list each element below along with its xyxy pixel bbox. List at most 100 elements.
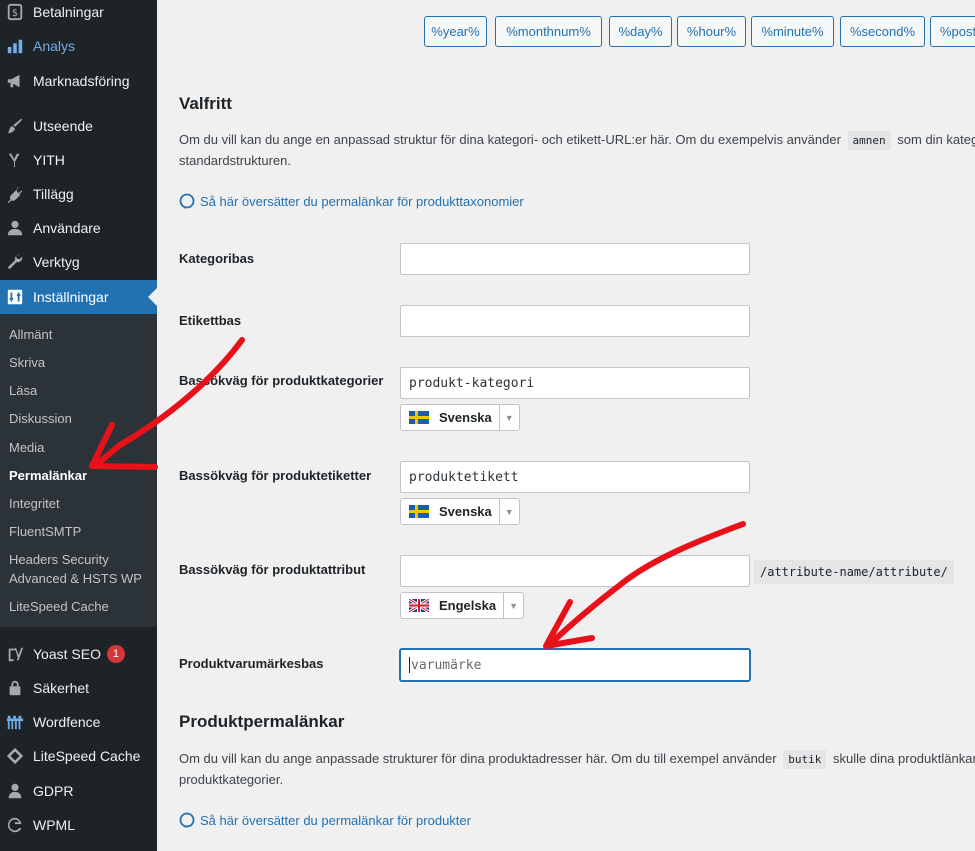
help-icon (179, 812, 195, 828)
menu-label: Inställningar (33, 289, 109, 305)
menu-wordfence[interactable]: Wordfence (0, 705, 157, 739)
menu-analys[interactable]: Analys (0, 29, 157, 63)
menu-tillagg[interactable]: Tillägg (0, 177, 157, 211)
language-label: Svenska (439, 504, 492, 519)
paintbrush-icon (5, 116, 25, 136)
menu-label: Säkerhet (33, 680, 90, 696)
label-produktattribut: Bassökväg för produktattribut (179, 562, 366, 577)
submenu-integritet[interactable]: Integritet (9, 494, 154, 513)
menu-utseende[interactable]: Utseende (0, 109, 157, 143)
language-select-produktkategorier[interactable]: Svenska ▼ (400, 404, 520, 431)
menu-label: Tillägg (33, 186, 74, 202)
main-content: %year% %monthnum% %day% %hour% %minute% … (157, 0, 975, 851)
label-etikettbas: Etikettbas (179, 313, 242, 328)
menu-label: LiteSpeed Cache (33, 748, 141, 764)
submenu-headers-security[interactable]: Headers Security Advanced & HSTS WP (9, 550, 149, 588)
label-produktetiketter: Bassökväg för produktetiketter (179, 468, 372, 483)
produktvarumarkesbas-input[interactable]: varumärke (400, 649, 750, 681)
products-help-link[interactable]: Så här översätter du permalänkar för pro… (179, 812, 471, 828)
input-placeholder: varumärke (411, 657, 482, 673)
submenu-litespeed-cache[interactable]: LiteSpeed Cache (9, 597, 154, 616)
label-produktvarumarkesbas: Produktvarumärkesbas (179, 656, 324, 671)
description-text: standardstrukturen. (179, 153, 292, 168)
menu-yoast-seo[interactable]: Yoast SEO 1 (0, 637, 157, 671)
menu-betalningar[interactable]: $ Betalningar (0, 0, 157, 29)
description-text: skulle dina produktlänkar (832, 751, 975, 766)
menu-litespeed-cache[interactable]: LiteSpeed Cache (0, 739, 157, 773)
menu-label: GDPR (33, 783, 74, 799)
tag-second-button[interactable]: %second% (840, 16, 925, 47)
taxonomy-help-link[interactable]: Så här översätter du permalänkar för pro… (179, 193, 524, 209)
menu-marknadsforing[interactable]: Marknadsföring (0, 64, 157, 98)
menu-gdpr[interactable]: GDPR (0, 774, 157, 808)
submenu-media[interactable]: Media (9, 438, 154, 457)
menu-label: Användare (33, 220, 101, 236)
menu-installningar[interactable]: Inställningar (0, 280, 157, 314)
submenu-permalankar[interactable]: Permalänkar (9, 466, 154, 485)
help-icon (179, 193, 195, 209)
tag-monthnum-button[interactable]: %monthnum% (495, 16, 602, 47)
etikettbas-input[interactable] (400, 305, 750, 337)
tag-day-button[interactable]: %day% (609, 16, 672, 47)
menu-label: Marknadsföring (33, 73, 130, 89)
description-text: Om du vill kan du ange anpassade struktu… (179, 751, 777, 766)
language-select-produktetiketter[interactable]: Svenska ▼ (400, 498, 520, 525)
help-link-label: Så här översätter du permalänkar för pro… (200, 193, 524, 209)
section-description: Om du vill kan du ange en anpassad struk… (179, 130, 975, 171)
menu-wpml[interactable]: WPML (0, 808, 157, 842)
users-icon (5, 218, 25, 238)
sweden-flag-icon (409, 411, 429, 424)
language-label: Engelska (439, 598, 497, 613)
tag-hour-button[interactable]: %hour% (677, 16, 746, 47)
menu-verktyg[interactable]: Verktyg (0, 245, 157, 279)
menu-yith[interactable]: YITH (0, 143, 157, 177)
kategoribas-input[interactable] (400, 243, 750, 275)
wpml-icon (5, 815, 25, 835)
submenu-allmant[interactable]: Allmänt (9, 325, 154, 344)
menu-label: Utseende (33, 118, 93, 134)
description-text: produktkategorier. (179, 772, 284, 787)
section-description: Om du vill kan du ange anpassade struktu… (179, 749, 975, 790)
produktkategorier-input[interactable]: produkt-kategori (400, 367, 750, 399)
menu-anvandare[interactable]: Användare (0, 211, 157, 245)
sweden-flag-icon (409, 505, 429, 518)
section-heading-valfritt: Valfritt (179, 94, 232, 113)
language-label: Svenska (439, 410, 492, 425)
description-code: amnen (847, 131, 891, 150)
lock-icon (5, 678, 25, 698)
notification-badge: 1 (106, 645, 125, 663)
language-select-produktattribut[interactable]: Engelska ▼ (400, 592, 525, 619)
produktetiketter-input[interactable]: produktetikett (400, 461, 750, 493)
submenu-fluentsmtp[interactable]: FluentSMTP (9, 522, 154, 541)
yith-icon (5, 150, 25, 170)
chart-bar-icon (5, 36, 25, 56)
tag-minute-button[interactable]: %minute% (751, 16, 834, 47)
submenu-diskussion[interactable]: Diskussion (9, 409, 154, 428)
produktattribut-input[interactable] (400, 555, 750, 587)
menu-label: Betalningar (33, 4, 104, 20)
settings-submenu: Allmänt Skriva Läsa Diskussion Media Per… (0, 314, 157, 627)
submenu-lasa[interactable]: Läsa (9, 381, 154, 400)
chevron-down-icon: ▼ (503, 592, 523, 619)
yoast-icon (5, 644, 25, 664)
submenu-skriva[interactable]: Skriva (9, 353, 154, 372)
menu-label: YITH (33, 152, 65, 168)
megaphone-icon (5, 71, 25, 91)
attribute-suffix-code: /attribute-name/attribute/ (754, 560, 954, 584)
chevron-down-icon: ▼ (498, 498, 519, 525)
tag-year-button[interactable]: %year% (424, 16, 487, 47)
menu-label: WPML (33, 817, 75, 833)
uk-flag-icon (409, 599, 429, 612)
menu-label: Wordfence (33, 714, 101, 730)
current-indicator (148, 288, 157, 306)
plugin-icon (5, 184, 25, 204)
description-text: Om du vill kan du ange en anpassad struk… (179, 132, 841, 147)
text-caret (409, 657, 410, 673)
tag-post-button[interactable]: %post (930, 16, 975, 47)
dollar-icon: $ (5, 2, 25, 22)
admin-sidebar: $ Betalningar Analys Marknadsföring Utse… (0, 0, 157, 851)
menu-sakerhet[interactable]: Säkerhet (0, 671, 157, 705)
svg-text:$: $ (12, 8, 18, 19)
section-heading-produktpermalankar: Produktpermalänkar (179, 712, 345, 731)
label-produktkategorier: Bassökväg för produktkategorier (179, 373, 384, 388)
